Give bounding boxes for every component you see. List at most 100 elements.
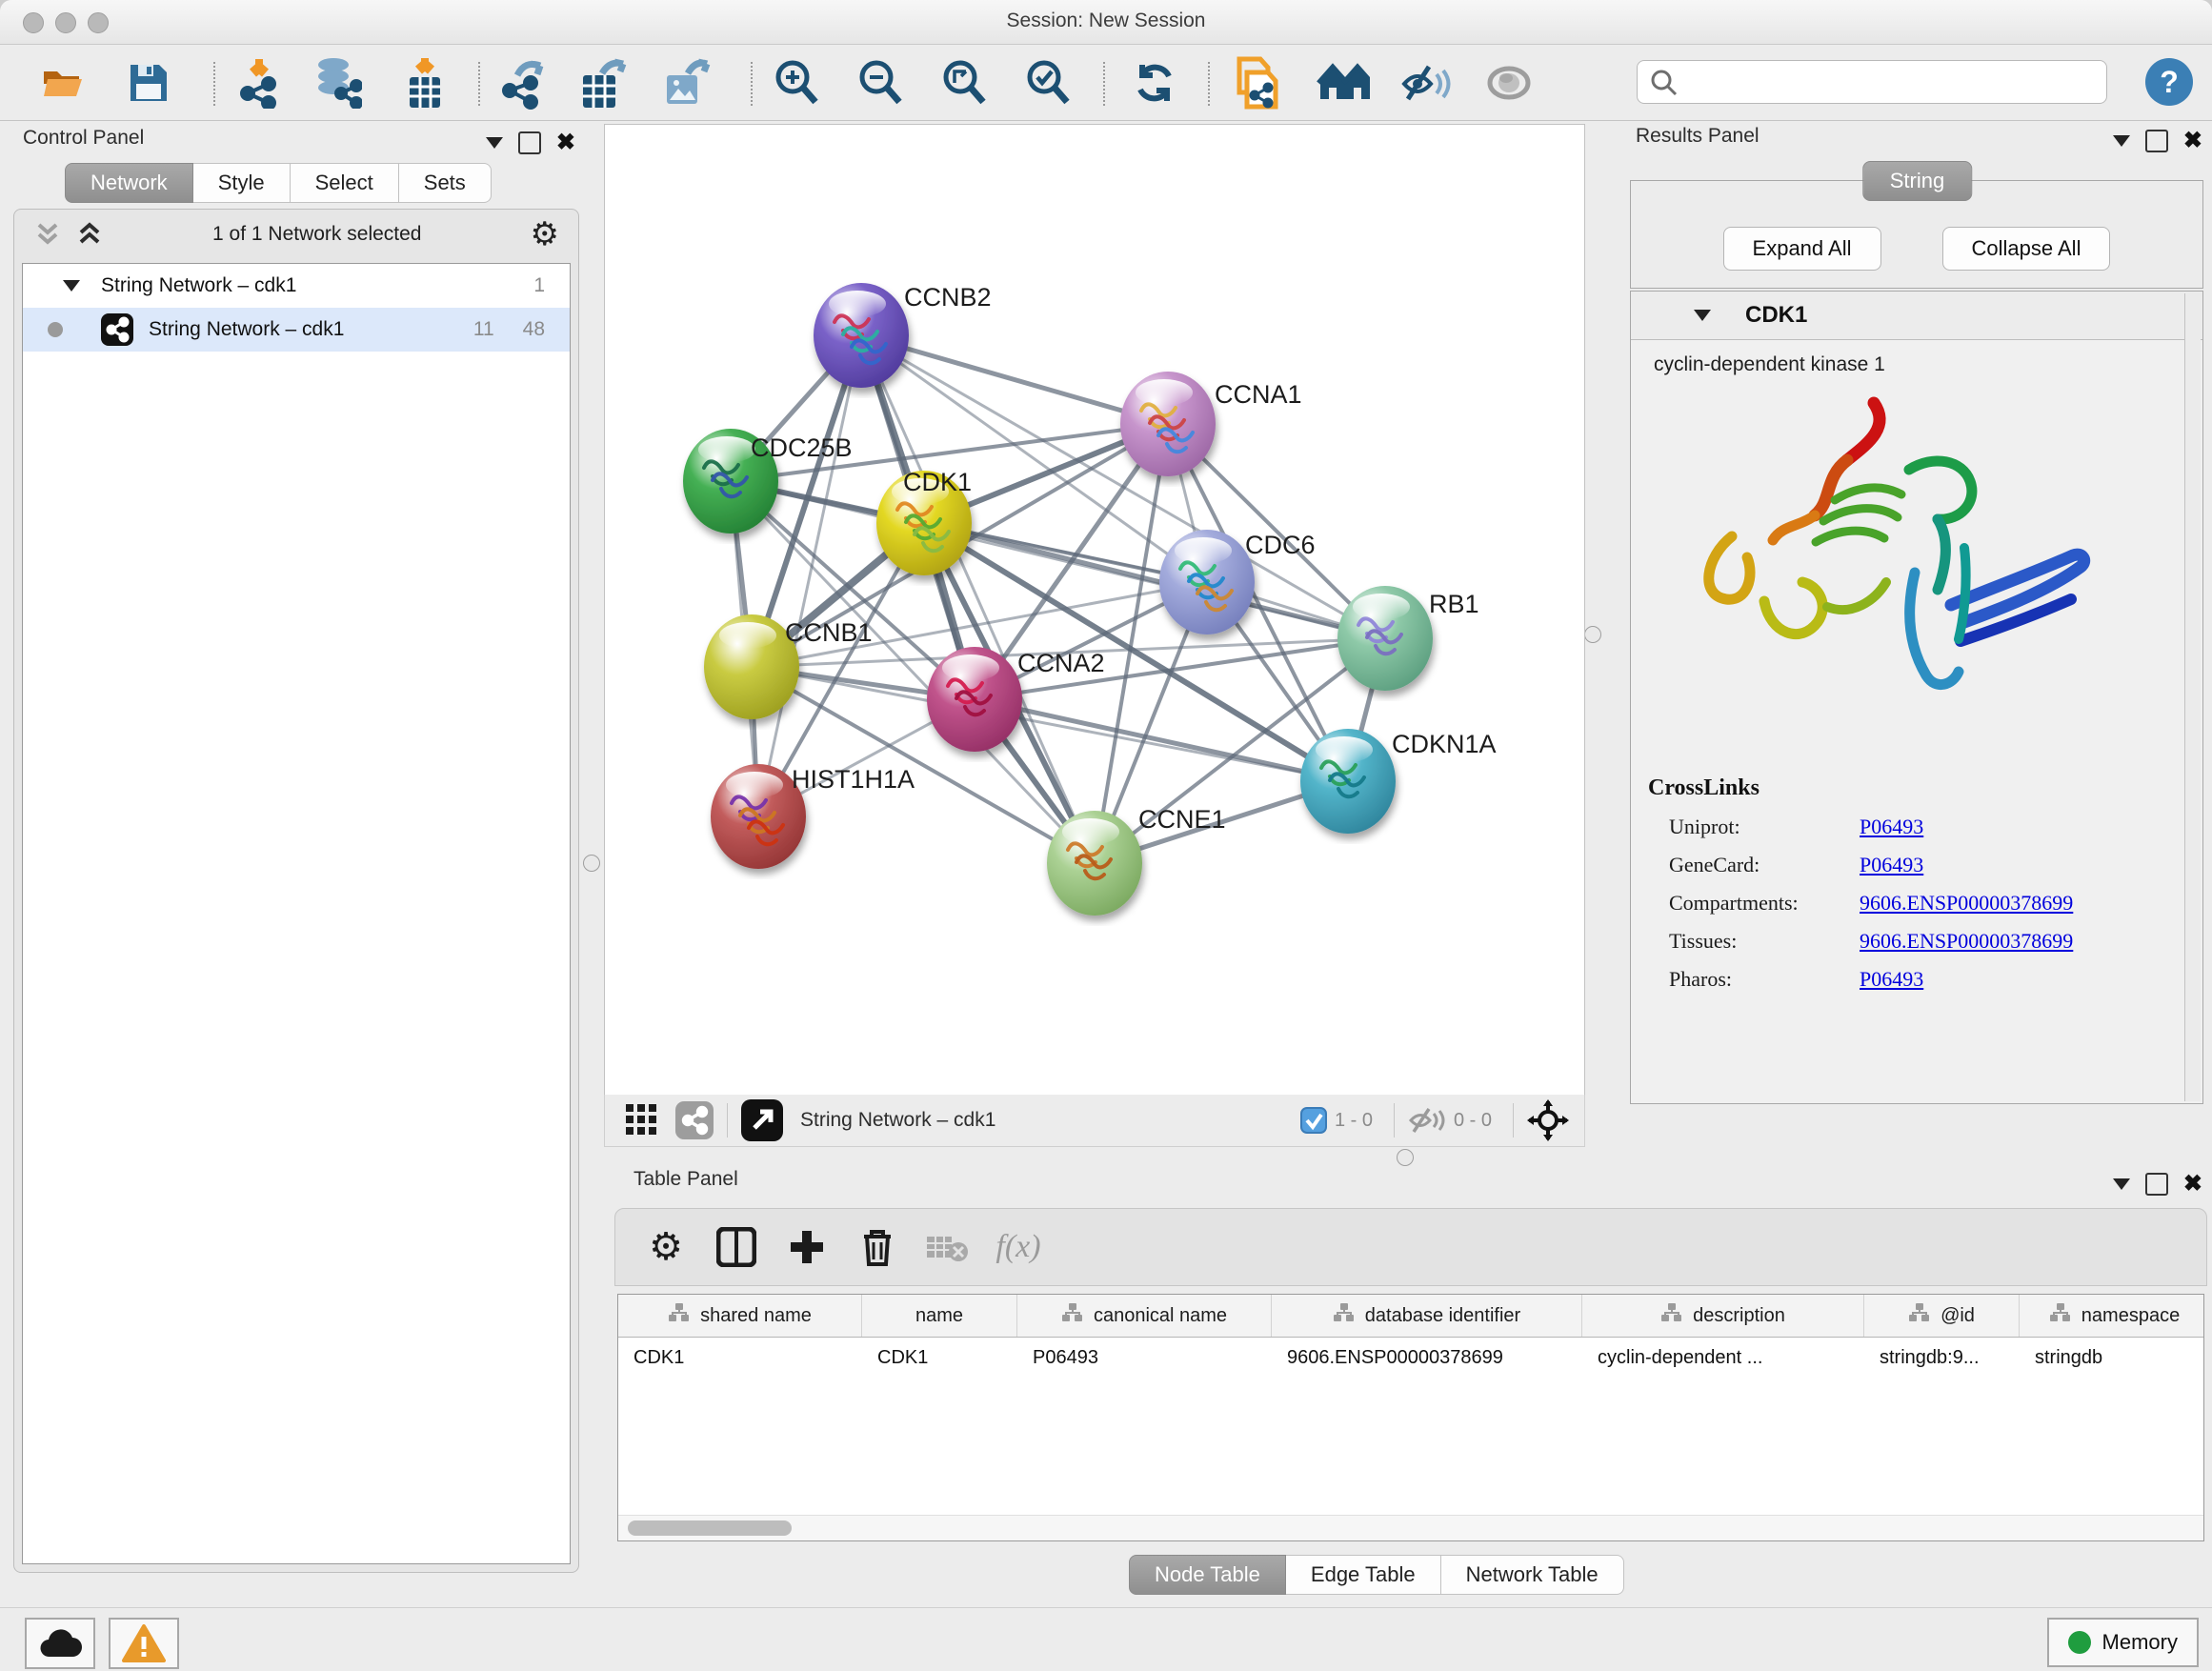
- crosslink-link[interactable]: 9606.ENSP00000378699: [1860, 891, 2073, 916]
- node-CCNA1[interactable]: CCNA1: [1120, 372, 1302, 476]
- show-columns-button[interactable]: [701, 1227, 772, 1267]
- node-RB1[interactable]: RB1: [1337, 586, 1479, 691]
- table-cell[interactable]: P06493: [1017, 1338, 1272, 1378]
- tab-network-table[interactable]: Network Table: [1441, 1555, 1624, 1595]
- gear-icon[interactable]: ⚙: [531, 215, 559, 253]
- selected-checkbox-icon[interactable]: [1300, 1107, 1327, 1134]
- cloud-status-button[interactable]: [25, 1618, 95, 1669]
- left-splitter-handle[interactable]: [583, 855, 600, 872]
- gene-header-row[interactable]: CDK1: [1631, 292, 2202, 340]
- column-header-name[interactable]: name: [862, 1295, 1017, 1337]
- edge-CCNB2-HIST1H1A[interactable]: [758, 335, 861, 816]
- zoom-fit-button[interactable]: [937, 56, 991, 110]
- maximize-panel-icon[interactable]: [2145, 1173, 2168, 1196]
- save-session-button[interactable]: [122, 56, 175, 110]
- help-button[interactable]: ?: [2145, 58, 2193, 106]
- copy-network-button[interactable]: [1231, 56, 1284, 110]
- tree-expand-icon[interactable]: [63, 280, 80, 292]
- string-view-icon[interactable]: [675, 1101, 714, 1139]
- crosslink-link[interactable]: P06493: [1860, 853, 1923, 877]
- float-panel-icon[interactable]: [2113, 1178, 2130, 1190]
- import-database-button[interactable]: [311, 56, 364, 110]
- string-network-graph[interactable]: CCNB2 CCNA1 CDC25BCDK1 CDC6RB1 CCNB1 CCNA2 CDK…: [605, 125, 1584, 1095]
- scrollbar-thumb[interactable]: [628, 1520, 792, 1536]
- table-settings-button[interactable]: ⚙: [631, 1225, 701, 1269]
- table-cell[interactable]: stringdb: [2020, 1338, 2204, 1378]
- table-cell[interactable]: CDK1: [862, 1338, 1017, 1378]
- export-table-button[interactable]: [577, 56, 631, 110]
- column-header-shared-name[interactable]: shared name: [618, 1295, 862, 1337]
- export-image-button[interactable]: [661, 56, 714, 110]
- column-header-namespace[interactable]: namespace: [2020, 1295, 2204, 1337]
- birdseye-navigator-icon[interactable]: [1527, 1099, 1569, 1141]
- network-collection-row[interactable]: String Network – cdk1 1: [23, 264, 570, 308]
- column-header-canonical-name[interactable]: canonical name: [1017, 1295, 1272, 1337]
- table-row[interactable]: CDK1CDK1P064939606.ENSP00000378699cyclin…: [618, 1338, 2203, 1378]
- column-header--id[interactable]: @id: [1864, 1295, 2020, 1337]
- network-row[interactable]: String Network – cdk1 11 48: [23, 308, 570, 352]
- table-cell[interactable]: CDK1: [618, 1338, 862, 1378]
- network-canvas[interactable]: CCNB2 CCNA1 CDC25BCDK1 CDC6RB1 CCNB1 CCNA2 CDK…: [604, 124, 1585, 1096]
- collapse-all-chevron-icon[interactable]: [33, 221, 62, 248]
- node-CCNA2[interactable]: CCNA2: [927, 647, 1105, 752]
- collapse-all-button[interactable]: Collapse All: [1942, 227, 2111, 271]
- maximize-panel-icon[interactable]: [2145, 130, 2168, 152]
- apply-layout-button[interactable]: [1128, 56, 1181, 110]
- memory-button[interactable]: Memory: [2047, 1618, 2199, 1667]
- open-session-button[interactable]: [38, 56, 91, 110]
- expand-all-chevron-icon[interactable]: [75, 221, 104, 248]
- tab-style[interactable]: Style: [193, 163, 291, 203]
- crosslink-link[interactable]: P06493: [1860, 967, 1923, 992]
- node-CDC25B[interactable]: CDC25B: [683, 429, 853, 534]
- zoom-out-button[interactable]: [854, 56, 907, 110]
- close-panel-icon[interactable]: ✖: [2183, 127, 2202, 154]
- zoom-in-button[interactable]: [770, 56, 823, 110]
- create-column-button[interactable]: [772, 1228, 842, 1266]
- tab-sets[interactable]: Sets: [399, 163, 492, 203]
- table-horizontal-scrollbar[interactable]: [618, 1515, 2203, 1540]
- node-CCNB2[interactable]: CCNB2: [814, 283, 992, 388]
- tab-node-table[interactable]: Node Table: [1129, 1555, 1286, 1595]
- search-input[interactable]: [1637, 60, 2107, 104]
- hide-glass-button[interactable]: [1400, 56, 1454, 110]
- import-network-button[interactable]: [232, 56, 286, 110]
- table-cell[interactable]: 9606.ENSP00000378699: [1272, 1338, 1582, 1378]
- column-header-description[interactable]: description: [1582, 1295, 1864, 1337]
- table-cell[interactable]: cyclin-dependent ...: [1582, 1338, 1864, 1378]
- detach-view-icon[interactable]: [741, 1099, 783, 1141]
- node-CCNB1[interactable]: CCNB1: [704, 614, 873, 719]
- column-header-database-identifier[interactable]: database identifier: [1272, 1295, 1582, 1337]
- float-panel-icon[interactable]: [2113, 135, 2130, 147]
- grid-view-icon[interactable]: [626, 1104, 658, 1137]
- crosslink-link[interactable]: 9606.ENSP00000378699: [1860, 929, 2073, 954]
- right-splitter-handle[interactable]: [1584, 626, 1601, 643]
- close-panel-icon[interactable]: ✖: [2183, 1170, 2202, 1198]
- expand-all-button[interactable]: Expand All: [1723, 227, 1881, 271]
- hidden-eye-slash-icon[interactable]: [1408, 1105, 1446, 1136]
- warning-status-button[interactable]: [109, 1618, 179, 1669]
- tab-string[interactable]: String: [1862, 161, 1972, 201]
- tab-network[interactable]: Network: [65, 163, 193, 203]
- export-network-button[interactable]: [497, 56, 551, 110]
- table-cell[interactable]: stringdb:9...: [1864, 1338, 2020, 1378]
- node-CCNE1[interactable]: CCNE1: [1047, 805, 1226, 916]
- delete-column-button[interactable]: [842, 1227, 913, 1267]
- show-glass-button[interactable]: [1482, 56, 1536, 110]
- crosslink-link[interactable]: P06493: [1860, 815, 1923, 839]
- string-home-button[interactable]: [1317, 56, 1370, 110]
- node-CDK1[interactable]: CDK1: [876, 468, 972, 575]
- tab-edge-table[interactable]: Edge Table: [1286, 1555, 1441, 1595]
- node-HIST1H1A[interactable]: HIST1H1A: [711, 764, 915, 869]
- zoom-selected-button[interactable]: [1021, 56, 1075, 110]
- import-table-button[interactable]: [398, 56, 452, 110]
- node-CDKN1A[interactable]: CDKN1A: [1300, 729, 1497, 834]
- tab-select[interactable]: Select: [291, 163, 399, 203]
- results-scrollbar[interactable]: [2184, 293, 2201, 1101]
- edge-CCNA1-CCNE1[interactable]: [1095, 424, 1168, 863]
- maximize-panel-icon[interactable]: [518, 131, 541, 154]
- collapse-gene-icon[interactable]: [1694, 310, 1711, 321]
- edge-CDC25B-RB1[interactable]: [731, 481, 1385, 638]
- node-CDC6[interactable]: CDC6: [1159, 530, 1316, 634]
- float-panel-icon[interactable]: [486, 137, 503, 149]
- close-panel-icon[interactable]: ✖: [556, 129, 575, 156]
